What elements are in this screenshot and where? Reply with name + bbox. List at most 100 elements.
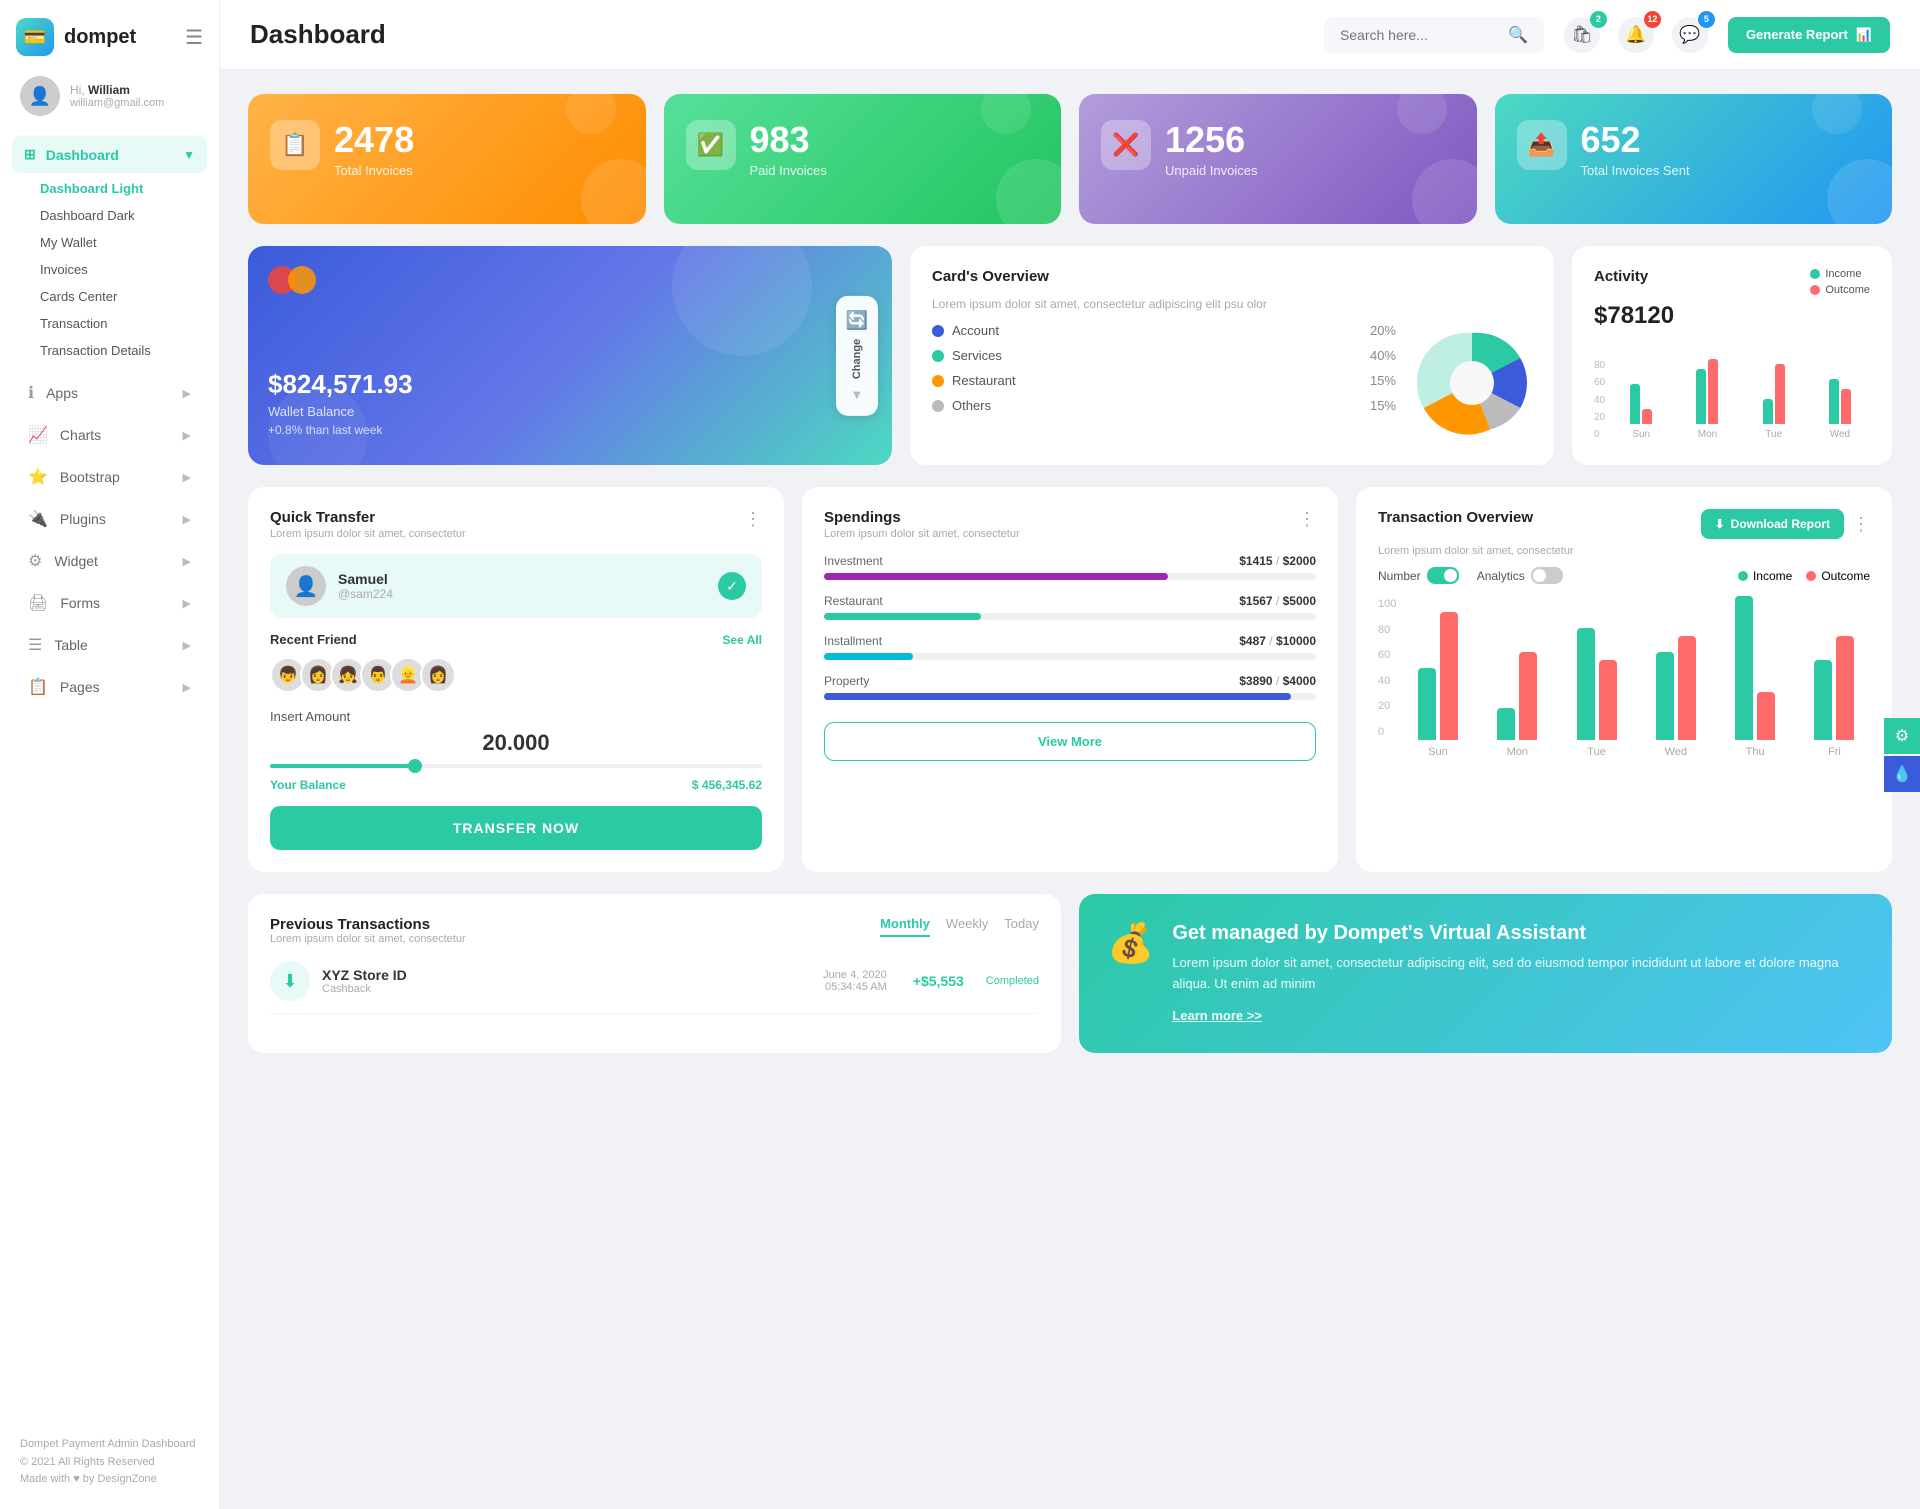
to-menu-icon[interactable]: ⋮ <box>1852 514 1870 535</box>
user-name: William <box>88 83 130 97</box>
nav-charts[interactable]: 📈 Charts ▶ <box>8 415 211 455</box>
page-title: Dashboard <box>250 19 1304 50</box>
wallet-deco-circle1 <box>672 246 812 356</box>
big-bar-sun-income <box>1418 668 1436 740</box>
tx-status-1: Completed <box>986 975 1039 987</box>
gear-button[interactable]: ⚙ <box>1884 718 1920 754</box>
nav-widget[interactable]: ⚙ Widget ▶ <box>8 541 211 581</box>
big-bar-tue-outcome <box>1599 660 1617 740</box>
to-legend: Income Outcome <box>1738 569 1870 583</box>
person-info: Samuel @sam224 <box>338 571 393 601</box>
wallet-change: +0.8% than last week <box>268 423 872 437</box>
nav-bootstrap[interactable]: ⭐ Bootstrap ▶ <box>8 457 211 497</box>
subnav-cards-center[interactable]: Cards Center <box>28 283 219 310</box>
group-sun: Sun <box>1402 612 1473 758</box>
number-toggle[interactable] <box>1427 567 1459 584</box>
big-label-wed: Wed <box>1665 746 1687 758</box>
tab-today[interactable]: Today <box>1004 916 1039 937</box>
nav-apps[interactable]: ℹ Apps ▶ <box>8 373 211 413</box>
quick-transfer-menu-icon[interactable]: ⋮ <box>744 509 762 530</box>
bag-badge[interactable]: 🛍 2 <box>1564 17 1600 53</box>
income-legend: Income <box>1810 268 1870 280</box>
big-bar-wed-income <box>1656 652 1674 740</box>
legend-others: Others 15% <box>932 398 1396 413</box>
subnav-transaction[interactable]: Transaction <box>28 310 219 337</box>
tab-weekly[interactable]: Weekly <box>946 916 988 937</box>
spending-property: Property $3890 / $4000 <box>824 674 1316 700</box>
insert-amount-label: Insert Amount <box>270 709 762 724</box>
big-label-mon: Mon <box>1507 746 1528 758</box>
bottom-row: Quick Transfer Lorem ipsum dolor sit ame… <box>248 487 1892 872</box>
search-input[interactable] <box>1340 27 1500 43</box>
download-report-button[interactable]: ⬇ Download Report <box>1701 509 1844 539</box>
apps-icon: ℹ <box>28 383 34 403</box>
middle-row: $824,571.93 Wallet Balance +0.8% than la… <box>248 246 1892 465</box>
chevron-down-small-icon: ▼ <box>850 387 863 402</box>
virtual-assistant-card: 💰 Get managed by Dompet's Virtual Assist… <box>1079 894 1892 1053</box>
copyright: © 2021 All Rights Reserved <box>20 1454 199 1472</box>
wallet-card: $824,571.93 Wallet Balance +0.8% than la… <box>248 246 892 465</box>
user-email: william@gmail.com <box>70 97 164 109</box>
charts-arrow-icon: ▶ <box>183 429 191 442</box>
apps-arrow-icon: ▶ <box>183 387 191 400</box>
to-controls: Number Analytics Inc <box>1378 567 1870 584</box>
droplet-icon: 💧 <box>1892 764 1912 784</box>
nav-table[interactable]: ☰ Table ▶ <box>8 625 211 665</box>
nav-forms[interactable]: 🖨 Forms ▶ <box>8 583 211 623</box>
tx-amount-1: +$5,553 <box>913 973 964 989</box>
chevron-down-icon: ▼ <box>183 148 195 162</box>
nav-plugins[interactable]: 🔌 Plugins ▶ <box>8 499 211 539</box>
subnav-dashboard-dark[interactable]: Dashboard Dark <box>28 202 219 229</box>
bell-badge[interactable]: 🔔 12 <box>1618 17 1654 53</box>
quick-transfer-subtitle: Lorem ipsum dolor sit amet, consectetur <box>270 528 466 540</box>
prev-transactions-subtitle: Lorem ipsum dolor sit amet, consectetur <box>270 933 466 945</box>
to-header: Transaction Overview ⬇ Download Report ⋮ <box>1378 509 1870 539</box>
search-area: 🔍 <box>1324 17 1544 53</box>
group-wed: Wed <box>1640 636 1711 758</box>
subnav-invoices[interactable]: Invoices <box>28 256 219 283</box>
overview-legend: Account 20% Services 40% Restaurant 15% <box>932 323 1396 413</box>
wallet-label: Wallet Balance <box>268 404 872 419</box>
generate-report-button[interactable]: Generate Report 📊 <box>1728 17 1890 53</box>
label-mon: Mon <box>1677 429 1737 440</box>
download-icon: ⬇ <box>1715 517 1725 531</box>
subnav-dashboard-light[interactable]: Dashboard Light <box>28 175 219 202</box>
va-icon: 💰 <box>1107 922 1154 966</box>
spendings-menu-icon[interactable]: ⋮ <box>1298 509 1316 530</box>
outcome-dot <box>1810 285 1820 295</box>
y-axis: 80 60 40 20 0 <box>1594 360 1605 440</box>
see-all-link[interactable]: See All <box>722 633 762 647</box>
dashboard-nav-item[interactable]: ⊞ Dashboard ▼ <box>12 136 207 173</box>
nav-pages[interactable]: 📋 Pages ▶ <box>8 667 211 707</box>
header-icons: 🛍 2 🔔 12 💬 5 <box>1564 17 1708 53</box>
table-arrow-icon: ▶ <box>183 639 191 652</box>
change-button[interactable]: 🔄 Change ▼ <box>836 295 878 415</box>
big-bar-mon-outcome <box>1519 652 1537 740</box>
amount-slider-track <box>270 764 762 768</box>
outcome-legend-to: Outcome <box>1806 569 1870 583</box>
learn-more-link[interactable]: Learn more >> <box>1172 1008 1262 1023</box>
cards-overview-subtitle: Lorem ipsum dolor sit amet, consectetur … <box>932 297 1532 311</box>
hamburger-icon[interactable]: ☰ <box>185 25 203 50</box>
bar-wed <box>1810 379 1870 424</box>
table-icon: ☰ <box>28 635 42 655</box>
big-bar-fri-outcome <box>1836 636 1854 740</box>
legend-account: Account 20% <box>932 323 1396 338</box>
subnav-transaction-details[interactable]: Transaction Details <box>28 337 219 364</box>
label-sun: Sun <box>1611 429 1671 440</box>
tab-monthly[interactable]: Monthly <box>880 916 930 937</box>
legend-services: Services 40% <box>932 348 1396 363</box>
chat-badge[interactable]: 💬 5 <box>1672 17 1708 53</box>
subnav-my-wallet[interactable]: My Wallet <box>28 229 219 256</box>
big-y-axis: 100 80 60 40 20 0 <box>1378 598 1396 758</box>
view-more-button[interactable]: View More <box>824 722 1316 761</box>
bar-sun <box>1611 384 1671 424</box>
transfer-now-button[interactable]: TRANSFER NOW <box>270 806 762 850</box>
droplet-button[interactable]: 💧 <box>1884 756 1920 792</box>
activity-amount: $78120 <box>1594 302 1870 330</box>
analytics-toggle[interactable] <box>1531 567 1563 584</box>
check-circle: ✓ <box>718 572 746 600</box>
bar-labels: Sun Mon Tue Wed <box>1611 429 1870 440</box>
made-with: Made with ♥ by DesignZone <box>20 1471 199 1489</box>
slider-thumb[interactable] <box>408 759 422 773</box>
